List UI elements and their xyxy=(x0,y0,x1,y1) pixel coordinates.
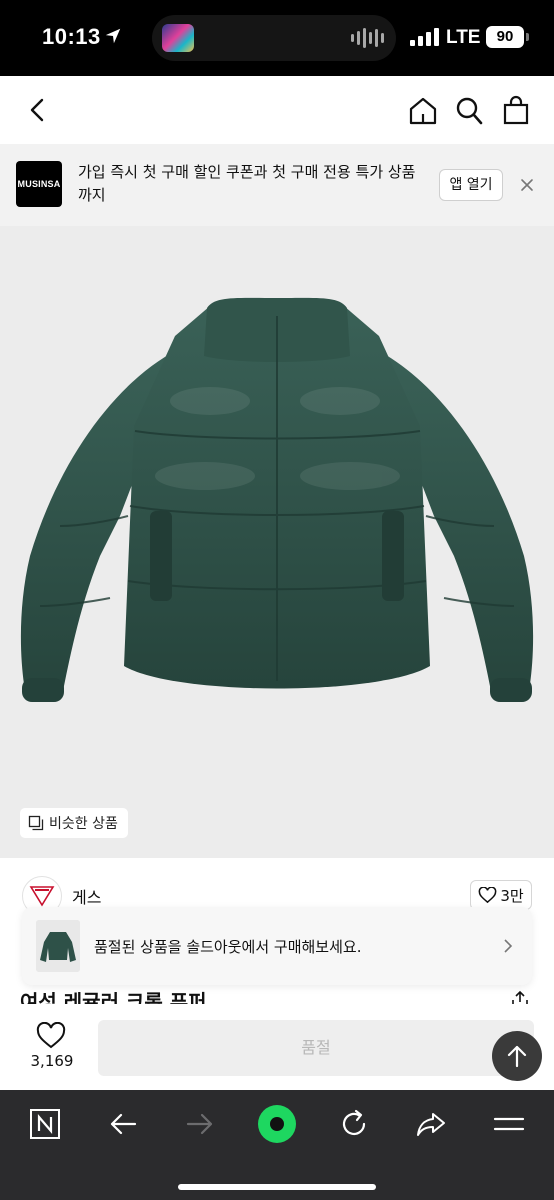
similar-products-button[interactable]: 비슷한 상품 xyxy=(20,808,128,838)
home-icon[interactable] xyxy=(408,96,438,126)
battery-level: 90 xyxy=(486,26,529,48)
app-install-banner: MUSINSA 가입 즉시 첫 구매 할인 쿠폰과 첫 구매 전용 특가 상품까… xyxy=(0,144,554,226)
now-playing-artwork xyxy=(162,24,194,52)
n-tab-icon[interactable] xyxy=(29,1108,61,1140)
product-image[interactable]: 비슷한 상품 xyxy=(0,226,554,858)
dynamic-island[interactable] xyxy=(152,15,396,61)
soldout-message: 품절된 상품을 솔드아웃에서 구매해보세요. xyxy=(94,938,362,956)
guess-triangle-logo xyxy=(29,886,55,907)
browser-toolbar xyxy=(0,1090,554,1200)
location-arrow-icon xyxy=(105,28,121,44)
soldout-redirect-banner[interactable]: 품절된 상품을 솔드아웃에서 구매해보세요. xyxy=(22,907,532,985)
banner-message: 가입 즉시 첫 구매 할인 쿠폰과 첫 구매 전용 특가 상품까지 xyxy=(78,163,416,204)
heart-icon xyxy=(478,886,497,903)
brand-name[interactable]: 게스 xyxy=(72,884,101,908)
home-indicator[interactable] xyxy=(178,1184,376,1190)
share-forward-icon[interactable] xyxy=(415,1108,447,1140)
open-app-button[interactable]: 앱 열기 xyxy=(439,169,503,201)
brand-like-count: 3만 xyxy=(500,886,524,905)
green-dot-icon[interactable] xyxy=(257,1104,297,1144)
chevron-right-icon xyxy=(504,939,513,953)
network-type: LTE xyxy=(446,27,481,48)
musinsa-logo: MUSINSA xyxy=(16,161,62,207)
audio-waveform-icon xyxy=(351,28,384,48)
product-like-count: 3,169 xyxy=(30,1052,74,1070)
arrow-up-icon xyxy=(507,1045,527,1068)
similar-items-icon xyxy=(28,815,44,831)
brand-like-button[interactable]: 3만 xyxy=(470,880,532,910)
soldout-button[interactable]: 품절 xyxy=(98,1020,534,1076)
status-time: 10:13 xyxy=(42,24,101,49)
menu-icon[interactable] xyxy=(493,1108,525,1140)
bag-icon[interactable] xyxy=(502,94,530,126)
status-bar: 10:13 LTE 90 xyxy=(0,0,554,76)
top-navigation xyxy=(0,76,554,144)
product-thumbnail xyxy=(36,920,80,972)
purchase-bar: 3,169 품절 xyxy=(0,1004,554,1090)
scroll-to-top-button[interactable] xyxy=(492,1031,542,1081)
forward-arrow-icon xyxy=(186,1113,213,1135)
reload-icon[interactable] xyxy=(338,1108,370,1140)
back-icon[interactable] xyxy=(26,96,50,124)
close-icon[interactable] xyxy=(520,178,534,192)
heart-icon[interactable] xyxy=(36,1022,66,1050)
cell-signal-icon xyxy=(410,28,439,46)
search-icon[interactable] xyxy=(455,96,483,126)
jacket-photo xyxy=(20,297,534,702)
similar-products-label: 비슷한 상품 xyxy=(49,816,118,832)
back-arrow-icon[interactable] xyxy=(107,1108,139,1140)
